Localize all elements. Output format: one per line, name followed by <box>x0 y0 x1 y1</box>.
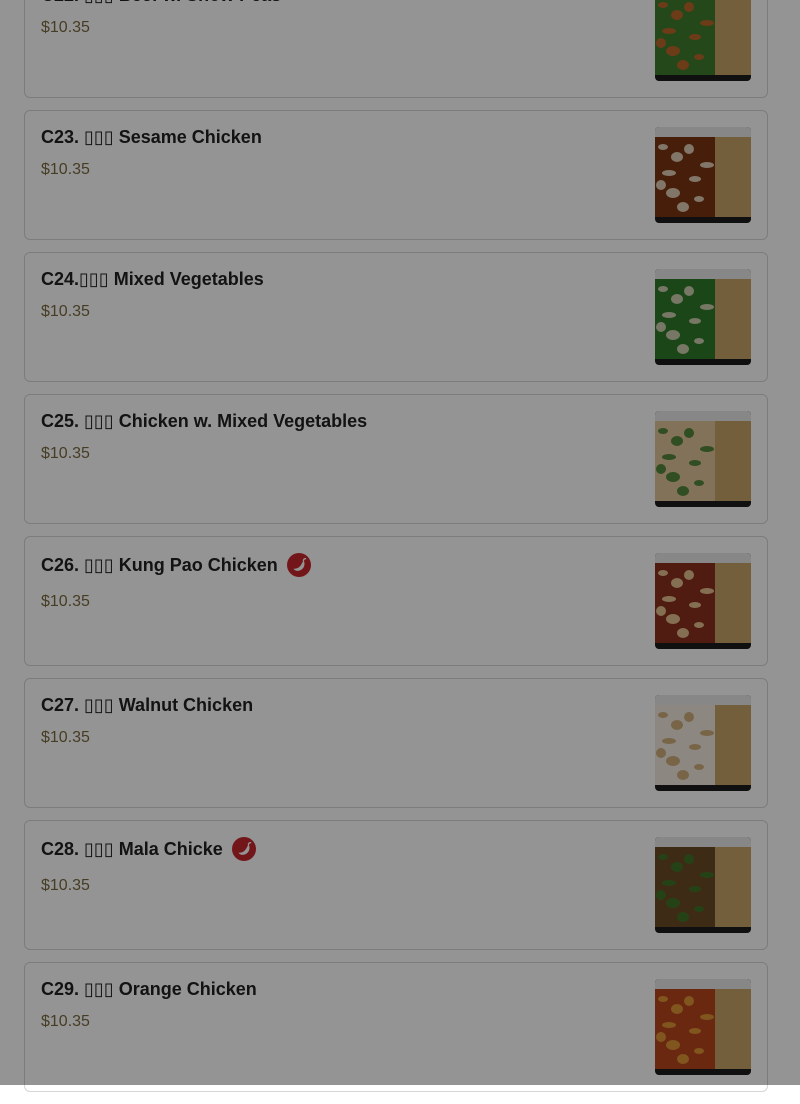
menu-item-price: $10.35 <box>41 19 90 36</box>
menu-item-card[interactable]: C22. ▯▯▯ Beef w. Snow Peas $10.35 <box>24 0 768 98</box>
food-texture <box>656 428 714 496</box>
menu-item-name-text: C27. ▯▯▯ Walnut Chicken <box>41 695 254 715</box>
chili-pepper-icon <box>231 837 256 861</box>
menu-item-card[interactable]: C26. ▯▯▯ Kung Pao Chicken $10.35 <box>24 536 768 666</box>
menu-item-price: $10.35 <box>41 593 90 610</box>
food-texture <box>656 2 714 70</box>
menu-item-name: C23. ▯▯▯ Sesame Chicken <box>41 127 262 148</box>
menu-item-card[interactable]: C24.▯▯▯ Mixed Vegetables $10.35 <box>24 252 768 382</box>
menu-item-price: $10.35 <box>41 729 90 746</box>
menu-item-name-text: C24.▯▯▯ Mixed Vegetables <box>41 269 264 289</box>
menu-item-photo[interactable] <box>655 127 751 223</box>
food-texture <box>656 144 714 212</box>
menu-item-photo[interactable] <box>655 979 751 1075</box>
menu-item-card[interactable]: C25. ▯▯▯ Chicken w. Mixed Vegetables $10.… <box>24 394 768 524</box>
menu-item-name-text: C25. ▯▯▯ Chicken w. Mixed Vegetables <box>41 411 368 431</box>
menu-item-name: C29. ▯▯▯ Orange Chicken <box>41 979 257 1000</box>
menu-item-name-text: C29. ▯▯▯ Orange Chicken <box>41 979 257 999</box>
menu-item-photo[interactable] <box>655 837 751 933</box>
food-texture <box>656 854 714 922</box>
menu-item-card[interactable]: C29. ▯▯▯ Orange Chicken $10.35 <box>24 962 768 1092</box>
menu-item-name-text: C28. ▯▯▯ Mala Chicke <box>41 838 223 859</box>
food-texture <box>656 286 714 354</box>
chili-pepper-icon <box>286 553 311 577</box>
menu-item-photo[interactable] <box>655 0 751 81</box>
menu-item-photo[interactable] <box>655 695 751 791</box>
menu-item-card[interactable]: C28. ▯▯▯ Mala Chicke $10.35 <box>24 820 768 950</box>
menu-item-name: C28. ▯▯▯ Mala Chicke <box>41 837 256 861</box>
food-texture <box>656 996 714 1064</box>
menu-item-name-text: C23. ▯▯▯ Sesame Chicken <box>41 127 262 147</box>
food-texture <box>656 570 714 638</box>
menu-item-photo[interactable] <box>655 269 751 365</box>
food-texture <box>656 712 714 780</box>
menu-item-photo[interactable] <box>655 553 751 649</box>
menu-item-card[interactable]: C23. ▯▯▯ Sesame Chicken $10.35 <box>24 110 768 240</box>
menu-item-card[interactable]: C27. ▯▯▯ Walnut Chicken $10.35 <box>24 678 768 808</box>
menu-item-name-text: C22. ▯▯▯ Beef w. Snow Peas <box>41 0 281 6</box>
menu-item-name: C26. ▯▯▯ Kung Pao Chicken <box>41 553 311 577</box>
menu-item-price: $10.35 <box>41 303 90 320</box>
menu-item-photo[interactable] <box>655 411 751 507</box>
menu-item-name: C24.▯▯▯ Mixed Vegetables <box>41 269 264 290</box>
menu-item-price: $10.35 <box>41 161 90 178</box>
menu-item-price: $10.35 <box>41 1013 90 1030</box>
menu-item-price: $10.35 <box>41 445 90 462</box>
menu-item-price: $10.35 <box>41 877 90 894</box>
menu-item-name: C22. ▯▯▯ Beef w. Snow Peas <box>41 0 281 6</box>
menu-item-name-text: C26. ▯▯▯ Kung Pao Chicken <box>41 554 278 575</box>
menu-item-name: C27. ▯▯▯ Walnut Chicken <box>41 695 253 716</box>
menu-item-name: C25. ▯▯▯ Chicken w. Mixed Vegetables <box>41 411 367 432</box>
menu-item-list: C22. ▯▯▯ Beef w. Snow Peas$10.35C23. ▯▯▯… <box>24 0 768 1104</box>
